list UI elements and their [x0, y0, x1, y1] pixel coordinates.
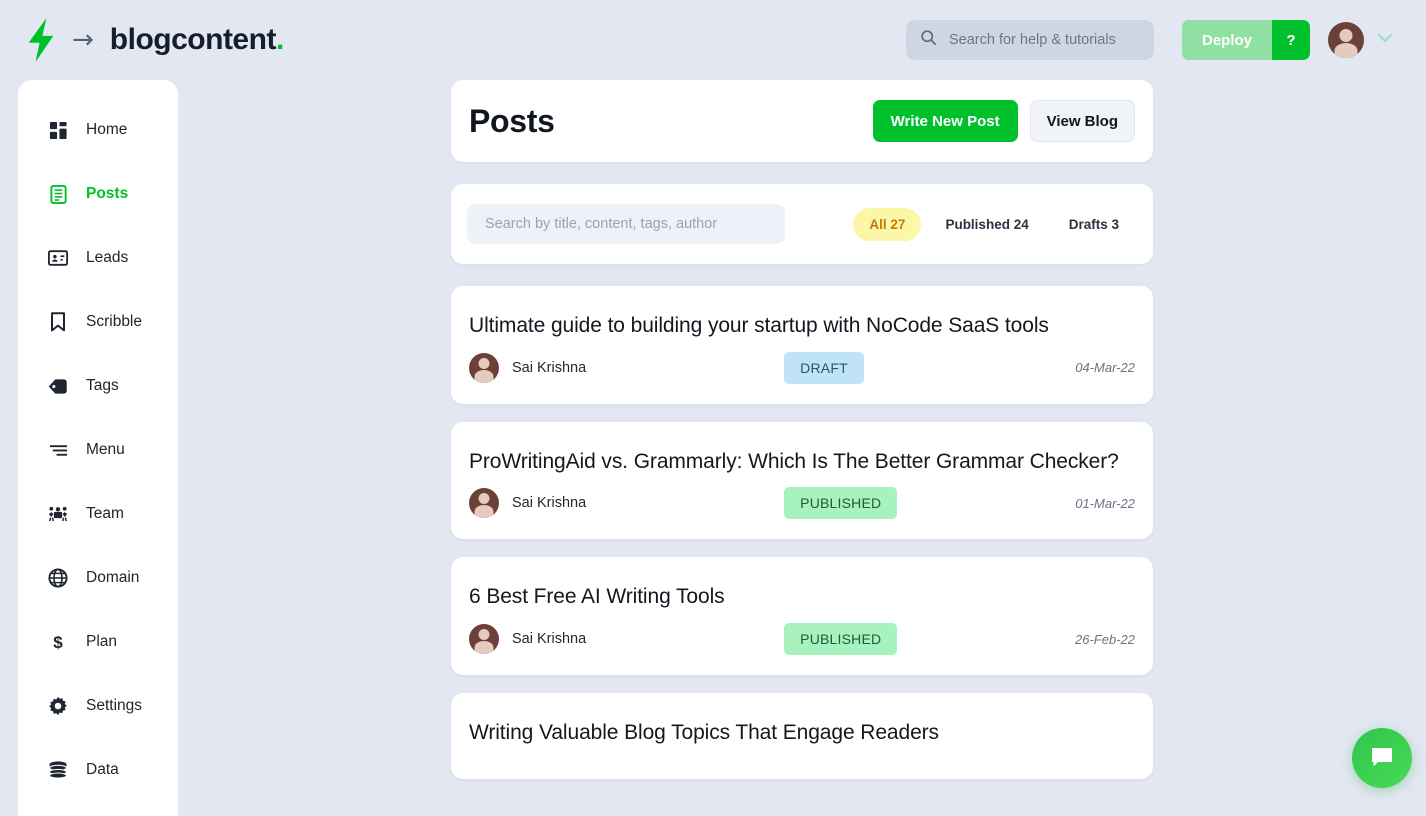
app-body: Home Posts: [0, 80, 1426, 816]
brand[interactable]: → blogcontent.: [24, 18, 284, 62]
sidebar-item-tags[interactable]: Tags: [18, 354, 178, 418]
svg-text:$: $: [53, 633, 63, 652]
avatar-head: [479, 358, 490, 369]
chat-button[interactable]: [1352, 728, 1412, 788]
search-icon: [920, 29, 937, 51]
sidebar-item-label: Domain: [86, 569, 139, 587]
avatar-body: [475, 370, 494, 383]
avatar[interactable]: [1328, 22, 1364, 58]
sidebar-item-plan[interactable]: $ Plan: [18, 610, 178, 674]
chevron-down-icon[interactable]: [1376, 31, 1394, 49]
post-card[interactable]: 6 Best Free AI Writing Tools Sai Krishna…: [451, 557, 1153, 675]
sidebar-item-label: Data: [86, 761, 119, 779]
post-meta: Sai Krishna PUBLISHED 01-Mar-22: [469, 487, 1135, 519]
dollar-icon: $: [48, 632, 68, 652]
contact-card-icon: [48, 248, 68, 268]
sidebar-item-home[interactable]: Home: [18, 98, 178, 162]
deploy-group: Deploy ?: [1182, 20, 1310, 60]
avatar-body: [475, 641, 494, 654]
post-meta: Sai Krishna DRAFT 04-Mar-22: [469, 352, 1135, 384]
sidebar-item-label: Leads: [86, 249, 128, 267]
sidebar-item-scribble[interactable]: Scribble: [18, 290, 178, 354]
sidebar-item-label: Tags: [86, 377, 119, 395]
bookmark-icon: [48, 312, 68, 332]
chat-bubble-icon: [1370, 746, 1394, 771]
dashboard-icon: [48, 120, 68, 140]
post-date: 04-Mar-22: [1075, 360, 1135, 375]
status-badge: PUBLISHED: [784, 487, 897, 519]
view-blog-button[interactable]: View Blog: [1030, 100, 1135, 142]
sidebar: Home Posts: [18, 80, 178, 816]
top-bar-actions: Search for help & tutorials Deploy ?: [906, 20, 1394, 60]
sidebar-item-label: Scribble: [86, 313, 142, 331]
document-icon: [48, 184, 68, 204]
lightning-bolt-icon: [24, 18, 58, 62]
status-badge: PUBLISHED: [784, 623, 897, 655]
filter-tab-all[interactable]: All 27: [853, 208, 921, 241]
avatar: [469, 353, 499, 383]
posts-header-panel: Posts Write New Post View Blog: [451, 80, 1153, 162]
arrow-icon: →: [72, 27, 94, 53]
write-new-post-button[interactable]: Write New Post: [873, 100, 1018, 142]
post-card[interactable]: Writing Valuable Blog Topics That Engage…: [451, 693, 1153, 779]
top-bar: → blogcontent. Search for help & tutoria…: [0, 0, 1426, 80]
sidebar-item-label: Team: [86, 505, 124, 523]
database-icon: [48, 760, 68, 780]
globe-icon: [48, 568, 68, 588]
gear-icon: [48, 696, 68, 716]
sidebar-item-label: Posts: [86, 185, 128, 203]
filter-panel: All 27 Published 24 Drafts 3: [451, 184, 1153, 264]
avatar-body: [475, 505, 494, 518]
avatar-head: [1340, 29, 1353, 42]
sidebar-item-settings[interactable]: Settings: [18, 674, 178, 738]
tag-icon: [48, 376, 68, 396]
filter-tab-published[interactable]: Published 24: [929, 208, 1044, 241]
post-title: Ultimate guide to building your startup …: [469, 308, 1135, 344]
page-title: Posts: [469, 103, 555, 140]
avatar: [469, 624, 499, 654]
sidebar-item-leads[interactable]: Leads: [18, 226, 178, 290]
deploy-button[interactable]: Deploy: [1182, 20, 1272, 60]
avatar-body: [1335, 43, 1358, 58]
sidebar-item-label: Settings: [86, 697, 142, 715]
sidebar-item-posts[interactable]: Posts: [18, 162, 178, 226]
post-date: 26-Feb-22: [1075, 632, 1135, 647]
sidebar-item-domain[interactable]: Domain: [18, 546, 178, 610]
post-card[interactable]: Ultimate guide to building your startup …: [451, 286, 1153, 404]
header-actions: Write New Post View Blog: [873, 100, 1135, 142]
avatar-head: [479, 629, 490, 640]
sidebar-item-label: Home: [86, 121, 127, 139]
team-icon: [48, 504, 68, 524]
help-search[interactable]: Search for help & tutorials: [906, 20, 1154, 60]
post-card[interactable]: ProWritingAid vs. Grammarly: Which Is Th…: [451, 422, 1153, 540]
post-date: 01-Mar-22: [1075, 496, 1135, 511]
post-author: Sai Krishna: [512, 495, 586, 511]
post-author: Sai Krishna: [512, 631, 586, 647]
main-content: Posts Write New Post View Blog All 27 Pu…: [178, 80, 1426, 816]
filter-tabs: All 27 Published 24 Drafts 3: [853, 208, 1137, 241]
sidebar-item-menu[interactable]: Menu: [18, 418, 178, 482]
post-author: Sai Krishna: [512, 360, 586, 376]
post-title: ProWritingAid vs. Grammarly: Which Is Th…: [469, 444, 1135, 480]
status-badge: DRAFT: [784, 352, 864, 384]
filter-tab-drafts[interactable]: Drafts 3: [1053, 208, 1135, 241]
app-root: → blogcontent. Search for help & tutoria…: [0, 0, 1426, 816]
sidebar-item-data[interactable]: Data: [18, 738, 178, 802]
post-title: 6 Best Free AI Writing Tools: [469, 579, 1135, 615]
avatar-head: [479, 493, 490, 504]
sidebar-item-label: Menu: [86, 441, 125, 459]
search-input[interactable]: [467, 204, 785, 244]
profile-menu[interactable]: [1328, 22, 1394, 58]
post-title: Writing Valuable Blog Topics That Engage…: [469, 715, 1135, 751]
help-search-placeholder: Search for help & tutorials: [949, 32, 1116, 48]
help-button[interactable]: ?: [1272, 20, 1310, 60]
sidebar-item-team[interactable]: Team: [18, 482, 178, 546]
avatar: [469, 488, 499, 518]
brand-name-text: blogcontent: [110, 23, 276, 56]
sidebar-item-label: Plan: [86, 633, 117, 651]
brand-name: blogcontent.: [110, 23, 284, 57]
menu-lines-icon: [48, 440, 68, 460]
post-meta: Sai Krishna PUBLISHED 26-Feb-22: [469, 623, 1135, 655]
brand-dot: .: [276, 23, 284, 56]
